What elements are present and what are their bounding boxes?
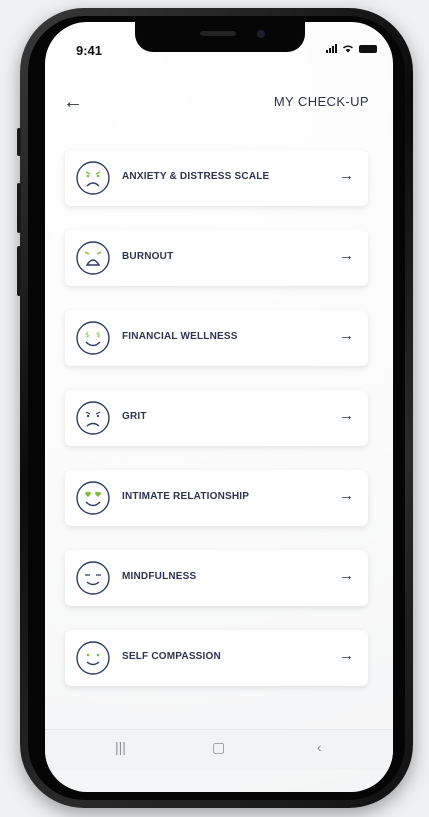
arrow-right-icon: → xyxy=(339,247,354,264)
burnout-face-icon xyxy=(76,241,110,275)
system-nav-bar: ||| ▢ ‹ xyxy=(45,729,393,770)
frowning-face-icon xyxy=(76,401,110,435)
content-face-icon xyxy=(76,641,110,675)
svg-text:$: $ xyxy=(96,331,100,339)
assessment-card-mindfulness[interactable]: MINDFULNESS → xyxy=(65,550,368,606)
header: ← MY CHECK-UP xyxy=(45,92,393,118)
arrow-right-icon: → xyxy=(339,647,354,664)
wifi-icon xyxy=(342,45,354,53)
heart-eyes-face-icon xyxy=(76,481,110,515)
assessment-card-intimate-relationship[interactable]: INTIMATE RELATIONSHIP → xyxy=(65,470,368,526)
arrow-right-icon: → xyxy=(339,327,354,344)
calm-face-icon xyxy=(76,561,110,595)
app-screen: 9:41 ← MY CHECK-UP ANXIETY & DISTRESS SC… xyxy=(45,22,393,792)
signal-icon xyxy=(326,44,337,53)
recent-apps-icon[interactable]: ||| xyxy=(115,739,126,755)
anxious-face-icon xyxy=(76,161,110,195)
assessment-label: BURNOUT xyxy=(122,251,174,262)
front-camera xyxy=(257,30,265,38)
svg-text:$: $ xyxy=(85,331,89,339)
assessment-card-self-compassion[interactable]: SELF COMPASSION → xyxy=(65,630,368,686)
status-icons xyxy=(326,44,377,53)
assessment-card-anxiety[interactable]: ANXIETY & DISTRESS SCALE → xyxy=(65,150,368,206)
assessment-label: GRIT xyxy=(122,411,147,422)
volume-up-button xyxy=(17,183,21,233)
assessment-card-burnout[interactable]: BURNOUT → xyxy=(65,230,368,286)
page-title: MY CHECK-UP xyxy=(273,94,369,109)
assessment-card-grit[interactable]: GRIT → xyxy=(65,390,368,446)
status-time: 9:41 xyxy=(76,43,103,58)
battery-icon xyxy=(359,45,377,53)
money-eyes-face-icon: $ $ xyxy=(76,321,110,355)
home-icon[interactable]: ▢ xyxy=(212,739,225,756)
arrow-right-icon: → xyxy=(339,407,354,424)
assessment-label: ANXIETY & DISTRESS SCALE xyxy=(122,171,270,182)
assessment-label: SELF COMPASSION xyxy=(122,651,221,662)
notch xyxy=(135,22,305,52)
speaker xyxy=(200,31,236,36)
back-chevron-icon[interactable]: ‹ xyxy=(317,739,322,755)
arrow-right-icon: → xyxy=(339,567,354,584)
volume-down-button xyxy=(17,246,21,296)
assessment-label: MINDFULNESS xyxy=(122,571,197,582)
arrow-right-icon: → xyxy=(339,487,354,504)
assessment-label: INTIMATE RELATIONSHIP xyxy=(122,491,250,502)
assessment-label: FINANCIAL WELLNESS xyxy=(122,331,238,342)
arrow-left-icon[interactable]: ← xyxy=(63,92,83,112)
arrow-right-icon: → xyxy=(339,167,354,184)
assessment-card-financial[interactable]: $ $ FINANCIAL WELLNESS → xyxy=(65,310,368,366)
mute-switch xyxy=(17,128,21,156)
